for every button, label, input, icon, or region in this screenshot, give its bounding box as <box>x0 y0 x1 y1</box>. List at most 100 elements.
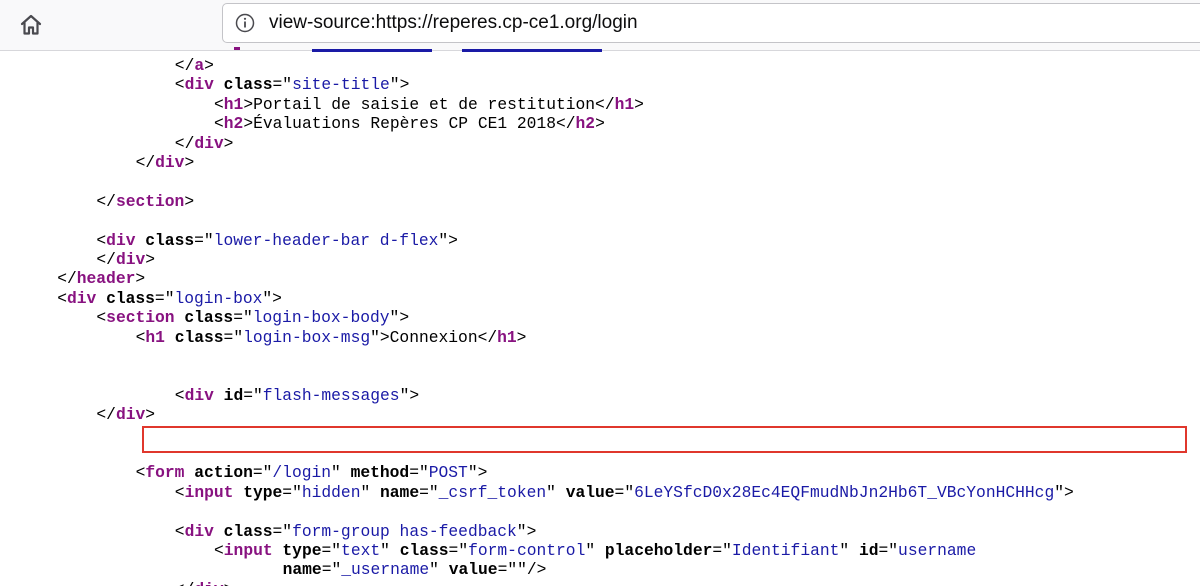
source-token: name <box>380 482 420 502</box>
source-token: "> <box>262 288 282 308</box>
source-token: /login <box>272 463 332 483</box>
source-token: </ <box>57 269 77 289</box>
source-token: class <box>174 327 224 347</box>
source-token: _username <box>341 560 430 580</box>
source-line: <section class="login-box-body"> <box>96 308 409 327</box>
source-token: < <box>96 230 107 250</box>
highlight-box <box>142 426 1187 453</box>
source-token: value <box>448 560 498 580</box>
source-token: < <box>174 482 185 502</box>
source-token: > <box>204 56 214 75</box>
source-token: =" <box>194 230 214 250</box>
source-token: class <box>399 541 449 560</box>
source-line: </div> <box>96 405 155 424</box>
source-token: header <box>76 269 136 289</box>
source-token: </ <box>96 405 116 425</box>
source-token: =" <box>272 521 293 541</box>
source-token: </ <box>96 191 116 211</box>
source-token: > <box>595 114 605 134</box>
url-text[interactable]: view-source:https://reperes.cp-ce1.org/l… <box>269 12 638 34</box>
source-token: > <box>223 133 234 153</box>
source-line: </header> <box>57 269 145 288</box>
source-token: h2 <box>575 114 596 134</box>
source-line: <input type="hidden" name="_csrf_token" … <box>175 483 1074 502</box>
source-token: " <box>546 482 566 502</box>
source-token: > <box>184 191 195 211</box>
source-token: > <box>224 580 234 586</box>
source-token: flash-messages <box>262 385 400 405</box>
source-line: name="_username" value=""/> <box>283 560 547 579</box>
source-token: class <box>184 308 234 328</box>
source-token: id <box>223 385 244 405</box>
source-line: <input type="text" class="form-control" … <box>214 541 976 560</box>
home-button[interactable] <box>16 10 46 40</box>
source-line: </div> <box>175 580 234 586</box>
source-token: div <box>194 580 223 586</box>
source-line: </section> <box>96 192 194 211</box>
source-token: class <box>223 521 273 541</box>
source-token: text <box>341 541 381 560</box>
source-token: div <box>184 385 224 405</box>
source-token: class <box>145 230 195 250</box>
source-token: >Portail de saisie et de restitution</ <box>243 94 615 114</box>
source-token: < <box>174 385 185 405</box>
source-code-view: </a> <div class="site-title"> <h1>Portail … <box>0 55 1200 586</box>
source-token: =" <box>448 541 469 560</box>
source-token: name <box>282 560 322 580</box>
source-token: div <box>106 230 146 250</box>
source-token: > <box>145 250 156 269</box>
source-token: POST <box>428 463 468 483</box>
source-token: " <box>360 482 381 502</box>
source-token: =" <box>878 541 899 560</box>
source-token: " <box>839 541 859 560</box>
source-token: div <box>115 405 146 425</box>
source-token: </ <box>175 580 195 586</box>
source-line: <div class="login-box"> <box>57 289 282 308</box>
source-token: < <box>57 288 67 308</box>
source-token: "> <box>1054 482 1074 502</box>
source-token: =" <box>223 327 244 347</box>
source-token: =" <box>497 560 518 580</box>
source-token: placeholder <box>604 541 713 560</box>
source-token: h1 <box>614 94 635 114</box>
source-token: "/> <box>517 560 547 580</box>
source-token: =" <box>614 482 635 502</box>
source-line: < h1>Portail de saisie et de restitution<… <box>214 95 644 114</box>
source-token: < <box>214 541 224 560</box>
source-token: =" <box>154 288 175 308</box>
source-token: </ <box>96 250 116 269</box>
source-token: h1 <box>497 327 517 347</box>
source-token: " <box>585 541 605 560</box>
source-token: hidden <box>301 482 361 502</box>
source-token: =" <box>321 560 342 580</box>
browser-toolbar: view-source:https://reperes.cp-ce1.org/l… <box>0 0 1200 51</box>
source-token: a <box>194 56 205 75</box>
source-token: </ <box>174 133 195 153</box>
source-token: login-box <box>174 288 263 308</box>
source-token: action <box>194 463 253 483</box>
source-token: div <box>155 153 185 172</box>
source-token: "> <box>389 308 410 328</box>
source-token: ">Connexion</ <box>370 327 498 347</box>
source-token: div <box>66 288 107 308</box>
source-line: <h1 class="login-box-msg">Connexion</h1> <box>136 328 527 347</box>
source-token: < <box>214 114 224 134</box>
source-line: </div> <box>96 250 155 269</box>
source-line: <div class="form-group has-feedback"> <box>175 522 537 541</box>
source-line: </a> <box>175 56 214 75</box>
source-token: < <box>214 94 224 114</box>
address-bar[interactable]: view-source:https://reperes.cp-ce1.org/l… <box>222 3 1200 43</box>
source-token: login-box-msg <box>243 327 371 347</box>
source-token: id <box>858 541 879 560</box>
source-token: site-title <box>292 75 390 95</box>
source-token: username <box>898 541 977 560</box>
source-line: </div> <box>175 134 234 153</box>
source-token: class <box>106 288 155 308</box>
source-token: " <box>429 560 449 580</box>
source-token: method <box>350 463 410 483</box>
info-circle-icon[interactable] <box>235 13 255 33</box>
source-token: form <box>145 463 195 483</box>
source-token: Identifiant <box>731 541 840 560</box>
source-token: form-control <box>468 541 586 560</box>
source-token: h2 <box>223 114 244 134</box>
